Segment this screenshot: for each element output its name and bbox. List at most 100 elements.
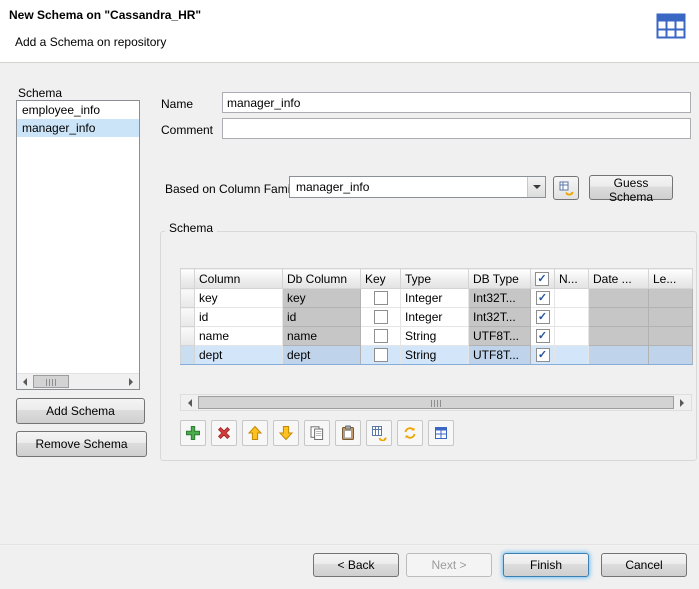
cell-db-type[interactable]: UTF8T... bbox=[469, 346, 531, 365]
refresh-column-families-button[interactable] bbox=[553, 176, 579, 200]
copy-button[interactable] bbox=[304, 420, 330, 446]
scroll-right-arrow-icon[interactable] bbox=[124, 374, 139, 389]
row-indicator[interactable] bbox=[181, 346, 195, 365]
cell-nullable[interactable] bbox=[555, 346, 589, 365]
nullable-checkbox[interactable]: ✓ bbox=[536, 291, 550, 305]
cell-nullable-check[interactable]: ✓ bbox=[531, 308, 555, 327]
cell-type[interactable]: Integer bbox=[401, 308, 469, 327]
cell-type[interactable]: Integer bbox=[401, 289, 469, 308]
cell-length[interactable] bbox=[649, 327, 693, 346]
cell-nullable-check[interactable]: ✓ bbox=[531, 346, 555, 365]
cell-nullable[interactable] bbox=[555, 327, 589, 346]
select-all-checkbox[interactable]: ✓ bbox=[535, 272, 549, 286]
column-family-dropdown[interactable]: manager_info bbox=[289, 176, 546, 198]
guess-schema-button[interactable]: Guess Schema bbox=[589, 175, 673, 200]
cell-length[interactable] bbox=[649, 346, 693, 365]
column-header[interactable]: Column bbox=[195, 269, 283, 289]
cell-date-pattern[interactable] bbox=[589, 346, 649, 365]
key-checkbox[interactable] bbox=[374, 310, 388, 324]
next-button: Next > bbox=[406, 553, 492, 577]
key-checkbox[interactable] bbox=[374, 291, 388, 305]
move-up-button[interactable] bbox=[242, 420, 268, 446]
scroll-left-arrow-icon[interactable] bbox=[17, 374, 32, 389]
cell-column[interactable]: key bbox=[195, 289, 283, 308]
nullable-select-all-header[interactable]: ✓ bbox=[531, 269, 555, 289]
row-indicator[interactable] bbox=[181, 289, 195, 308]
cancel-button[interactable]: Cancel bbox=[601, 553, 687, 577]
cell-type[interactable]: String bbox=[401, 327, 469, 346]
cell-db-column[interactable]: dept bbox=[283, 346, 361, 365]
add-icon bbox=[185, 425, 201, 441]
length-header[interactable]: Le... bbox=[649, 269, 693, 289]
reset-db-types-button[interactable] bbox=[366, 420, 392, 446]
paste-button[interactable] bbox=[335, 420, 361, 446]
cell-nullable[interactable] bbox=[555, 308, 589, 327]
cell-column[interactable]: id bbox=[195, 308, 283, 327]
cell-nullable-check[interactable]: ✓ bbox=[531, 327, 555, 346]
cell-nullable[interactable] bbox=[555, 289, 589, 308]
table-header-row: Column Db Column Key Type DB Type ✓ N...… bbox=[181, 269, 693, 289]
table-row[interactable]: id id Integer Int32T... ✓ bbox=[181, 308, 693, 327]
cell-column[interactable]: name bbox=[195, 327, 283, 346]
based-on-column-family-label: Based on Column Family bbox=[165, 182, 299, 196]
cell-key[interactable] bbox=[361, 346, 401, 365]
comment-input[interactable] bbox=[222, 118, 691, 139]
move-down-button[interactable] bbox=[273, 420, 299, 446]
row-indicator[interactable] bbox=[181, 308, 195, 327]
cell-length[interactable] bbox=[649, 308, 693, 327]
cell-db-column[interactable]: name bbox=[283, 327, 361, 346]
row-indicator-header bbox=[181, 269, 195, 289]
cell-column[interactable]: dept bbox=[195, 346, 283, 365]
nullable-checkbox[interactable]: ✓ bbox=[536, 310, 550, 324]
list-scrollbar-thumb[interactable] bbox=[33, 375, 69, 388]
nullable-checkbox[interactable]: ✓ bbox=[536, 348, 550, 362]
remove-schema-button[interactable]: Remove Schema bbox=[16, 431, 147, 457]
table-row[interactable]: name name String UTF8T... ✓ bbox=[181, 327, 693, 346]
refresh-types-button[interactable] bbox=[397, 420, 423, 446]
name-input[interactable] bbox=[222, 92, 691, 113]
finish-button[interactable]: Finish bbox=[503, 553, 589, 577]
list-item-employee-info[interactable]: employee_info bbox=[17, 101, 139, 119]
table-scrollbar-thumb[interactable] bbox=[198, 396, 674, 409]
scroll-left-arrow-icon[interactable] bbox=[181, 395, 198, 410]
list-horizontal-scrollbar[interactable] bbox=[17, 373, 139, 389]
cell-db-type[interactable]: UTF8T... bbox=[469, 327, 531, 346]
cell-db-column[interactable]: key bbox=[283, 289, 361, 308]
cell-type[interactable]: String bbox=[401, 346, 469, 365]
cell-db-type[interactable]: Int32T... bbox=[469, 289, 531, 308]
table-row-selected[interactable]: dept dept String UTF8T... ✓ bbox=[181, 346, 693, 365]
nullable-header[interactable]: N... bbox=[555, 269, 589, 289]
key-checkbox[interactable] bbox=[374, 329, 388, 343]
table-horizontal-scrollbar[interactable] bbox=[180, 394, 692, 411]
cell-db-type[interactable]: Int32T... bbox=[469, 308, 531, 327]
columns-button[interactable] bbox=[428, 420, 454, 446]
nullable-checkbox[interactable]: ✓ bbox=[536, 329, 550, 343]
list-item-manager-info[interactable]: manager_info bbox=[17, 119, 139, 137]
scroll-right-arrow-icon[interactable] bbox=[674, 395, 691, 410]
db-type-header[interactable]: DB Type bbox=[469, 269, 531, 289]
key-header[interactable]: Key bbox=[361, 269, 401, 289]
remove-column-button[interactable] bbox=[211, 420, 237, 446]
add-schema-button[interactable]: Add Schema bbox=[16, 398, 145, 424]
cell-key[interactable] bbox=[361, 308, 401, 327]
back-button[interactable]: < Back bbox=[313, 553, 399, 577]
date-pattern-header[interactable]: Date ... bbox=[589, 269, 649, 289]
table-row[interactable]: key key Integer Int32T... ✓ bbox=[181, 289, 693, 308]
key-checkbox[interactable] bbox=[374, 348, 388, 362]
cell-nullable-check[interactable]: ✓ bbox=[531, 289, 555, 308]
cell-date-pattern[interactable] bbox=[589, 327, 649, 346]
add-column-button[interactable] bbox=[180, 420, 206, 446]
cell-db-column[interactable]: id bbox=[283, 308, 361, 327]
row-indicator[interactable] bbox=[181, 327, 195, 346]
move-up-icon bbox=[247, 425, 263, 441]
refresh-icon bbox=[402, 425, 418, 441]
cell-key[interactable] bbox=[361, 289, 401, 308]
cell-length[interactable] bbox=[649, 289, 693, 308]
cell-date-pattern[interactable] bbox=[589, 289, 649, 308]
cell-key[interactable] bbox=[361, 327, 401, 346]
dropdown-arrow-icon[interactable] bbox=[527, 177, 545, 197]
db-column-header[interactable]: Db Column bbox=[283, 269, 361, 289]
type-header[interactable]: Type bbox=[401, 269, 469, 289]
cell-date-pattern[interactable] bbox=[589, 308, 649, 327]
reset-db-types-icon bbox=[371, 425, 387, 441]
